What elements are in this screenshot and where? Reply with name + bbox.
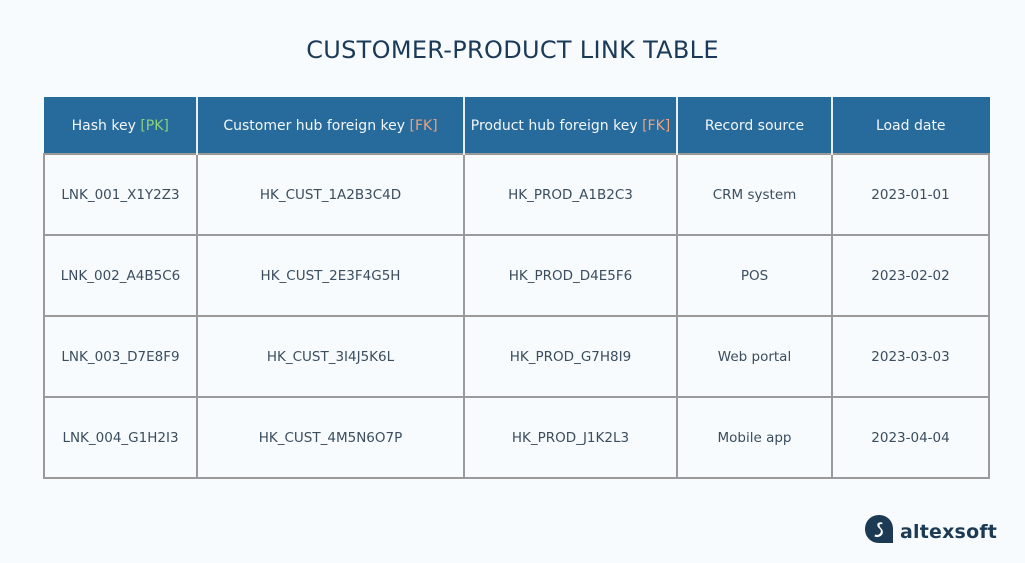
cell-hash-key: LNK_002_A4B5C6 (43, 234, 198, 317)
altexsoft-logo-icon (865, 515, 893, 543)
header-customer-hub-foreign-key: Customer hub foreign key [FK] (196, 97, 465, 155)
pk-tag: [PK] (140, 117, 169, 134)
cell-product-hub-fk: HK_PROD_G7H8I9 (463, 315, 678, 398)
cell-load-date: 2023-04-04 (831, 396, 990, 479)
cell-record-source: POS (676, 234, 833, 317)
header-hash-key: Hash key [PK] (43, 97, 198, 155)
altexsoft-logo-text: altexsoft (900, 521, 998, 543)
fk-tag: [FK] (642, 117, 671, 134)
header-product-hub-foreign-key: Product hub foreign key [FK] (463, 97, 678, 155)
altexsoft-logo: altexsoft (864, 514, 997, 544)
link-table-container: Hash key [PK] Customer hub foreign key [… (43, 97, 990, 479)
link-table: Hash key [PK] Customer hub foreign key [… (43, 97, 990, 479)
header-label: Hash key (71, 117, 136, 134)
cell-record-source: CRM system (676, 153, 833, 236)
cell-customer-hub-fk: HK_CUST_4M5N6O7P (196, 396, 465, 479)
cell-hash-key: LNK_003_D7E8F9 (43, 315, 198, 398)
header-load-date: Load date (831, 97, 990, 155)
cell-customer-hub-fk: HK_CUST_3I4J5K6L (196, 315, 465, 398)
table-row: LNK_004_G1H2I3 HK_CUST_4M5N6O7P HK_PROD_… (43, 396, 990, 479)
cell-product-hub-fk: HK_PROD_D4E5F6 (463, 234, 678, 317)
table-row: LNK_003_D7E8F9 HK_CUST_3I4J5K6L HK_PROD_… (43, 315, 990, 398)
table-header-row: Hash key [PK] Customer hub foreign key [… (43, 97, 990, 155)
header-record-source: Record source (676, 97, 833, 155)
page-title: CUSTOMER-PRODUCT LINK TABLE (306, 36, 719, 64)
table-row: LNK_001_X1Y2Z3 HK_CUST_1A2B3C4D HK_PROD_… (43, 153, 990, 236)
cell-customer-hub-fk: HK_CUST_2E3F4G5H (196, 234, 465, 317)
cell-load-date: 2023-02-02 (831, 234, 990, 317)
header-label: Product hub foreign key (470, 117, 638, 134)
cell-product-hub-fk: HK_PROD_J1K2L3 (463, 396, 678, 479)
cell-record-source: Mobile app (676, 396, 833, 479)
cell-hash-key: LNK_004_G1H2I3 (43, 396, 198, 479)
cell-hash-key: LNK_001_X1Y2Z3 (43, 153, 198, 236)
cell-record-source: Web portal (676, 315, 833, 398)
cell-product-hub-fk: HK_PROD_A1B2C3 (463, 153, 678, 236)
cell-load-date: 2023-03-03 (831, 315, 990, 398)
cell-customer-hub-fk: HK_CUST_1A2B3C4D (196, 153, 465, 236)
header-label: Record source (704, 117, 805, 134)
cell-load-date: 2023-01-01 (831, 153, 990, 236)
table-row: LNK_002_A4B5C6 HK_CUST_2E3F4G5H HK_PROD_… (43, 234, 990, 317)
header-label: Customer hub foreign key (223, 117, 406, 134)
fk-tag: [FK] (409, 117, 438, 134)
header-label: Load date (875, 117, 946, 134)
